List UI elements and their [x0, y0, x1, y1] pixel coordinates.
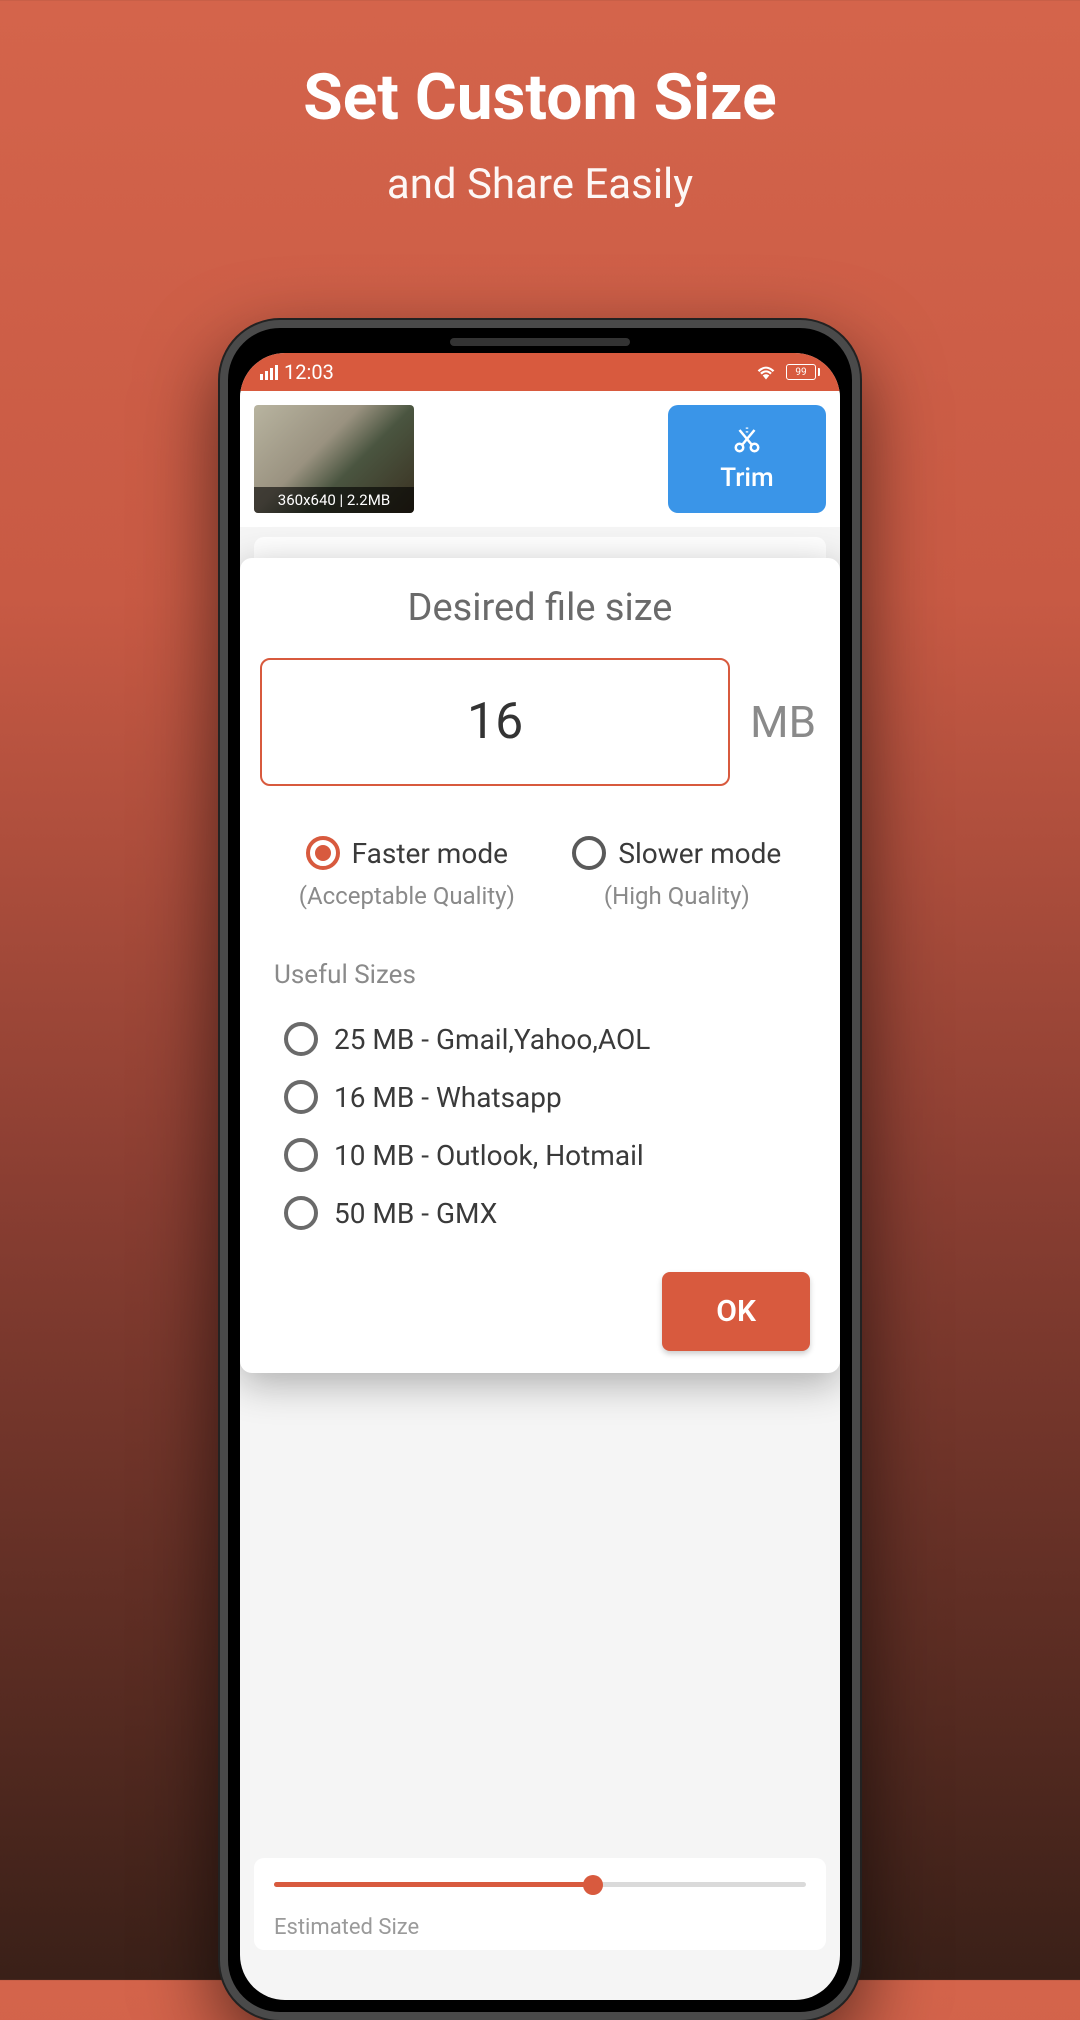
- radio-unselected-icon: [572, 836, 606, 870]
- dialog-title: Desired file size: [260, 586, 820, 630]
- status-time: 12:03: [284, 360, 334, 384]
- size-option-50mb[interactable]: 50 MB - GMX: [260, 1184, 820, 1242]
- phone-notch: [450, 338, 630, 346]
- app-header: 360x640 | 2.2MB Trim: [240, 391, 840, 527]
- mode-faster-label: Faster mode: [352, 837, 508, 870]
- radio-unselected-icon: [284, 1138, 318, 1172]
- slider-thumb[interactable]: [583, 1875, 603, 1895]
- mode-slower[interactable]: Slower mode (High Quality): [572, 836, 781, 910]
- quality-slider[interactable]: [274, 1882, 806, 1887]
- phone-screen: 12:03 99 360x640 | 2.2MB: [240, 353, 840, 2000]
- promo-title: Set Custom Size: [0, 60, 1080, 135]
- radio-unselected-icon: [284, 1022, 318, 1056]
- size-option-25mb[interactable]: 25 MB - Gmail,Yahoo,AOL: [260, 1010, 820, 1068]
- battery-level: 99: [795, 367, 806, 378]
- size-option-label: 50 MB - GMX: [334, 1197, 497, 1230]
- battery-icon: 99: [786, 364, 820, 380]
- size-option-label: 25 MB - Gmail,Yahoo,AOL: [334, 1023, 650, 1056]
- thumbnail-info: 360x640 | 2.2MB: [254, 487, 414, 513]
- promo-subtitle: and Share Easily: [0, 160, 1080, 209]
- size-input-row: 16 MB: [260, 658, 820, 786]
- file-size-dialog: Desired file size 16 MB Faster mode (Acc…: [240, 558, 840, 1373]
- status-right: 99: [756, 364, 820, 380]
- status-left: 12:03: [260, 360, 334, 384]
- file-size-unit: MB: [750, 696, 820, 748]
- mode-slower-label: Slower mode: [618, 837, 781, 870]
- status-bar: 12:03 99: [240, 353, 840, 391]
- mode-slower-sub: (High Quality): [572, 882, 781, 910]
- size-option-label: 16 MB - Whatsapp: [334, 1081, 562, 1114]
- wifi-icon: [756, 364, 776, 380]
- useful-sizes-label: Useful Sizes: [274, 960, 820, 990]
- scissors-icon: [732, 425, 762, 455]
- size-option-16mb[interactable]: 16 MB - Whatsapp: [260, 1068, 820, 1126]
- radio-unselected-icon: [284, 1196, 318, 1230]
- trim-label: Trim: [720, 463, 773, 493]
- video-thumbnail[interactable]: 360x640 | 2.2MB: [254, 405, 414, 513]
- mode-options: Faster mode (Acceptable Quality) Slower …: [260, 836, 820, 910]
- mode-faster[interactable]: Faster mode (Acceptable Quality): [299, 836, 515, 910]
- radio-selected-icon: [306, 836, 340, 870]
- phone-frame: 12:03 99 360x640 | 2.2MB: [220, 320, 860, 2020]
- size-option-10mb[interactable]: 10 MB - Outlook, Hotmail: [260, 1126, 820, 1184]
- radio-unselected-icon: [284, 1080, 318, 1114]
- signal-icon: [260, 365, 278, 380]
- ok-button[interactable]: OK: [662, 1272, 810, 1351]
- trim-button[interactable]: Trim: [668, 405, 826, 513]
- size-option-label: 10 MB - Outlook, Hotmail: [334, 1139, 644, 1172]
- quality-slider-card: Estimated Size: [254, 1858, 826, 1950]
- mode-faster-sub: (Acceptable Quality): [299, 882, 515, 910]
- estimated-size-label: Estimated Size: [274, 1915, 806, 1940]
- file-size-input[interactable]: 16: [260, 658, 730, 786]
- file-size-value: 16: [467, 693, 523, 751]
